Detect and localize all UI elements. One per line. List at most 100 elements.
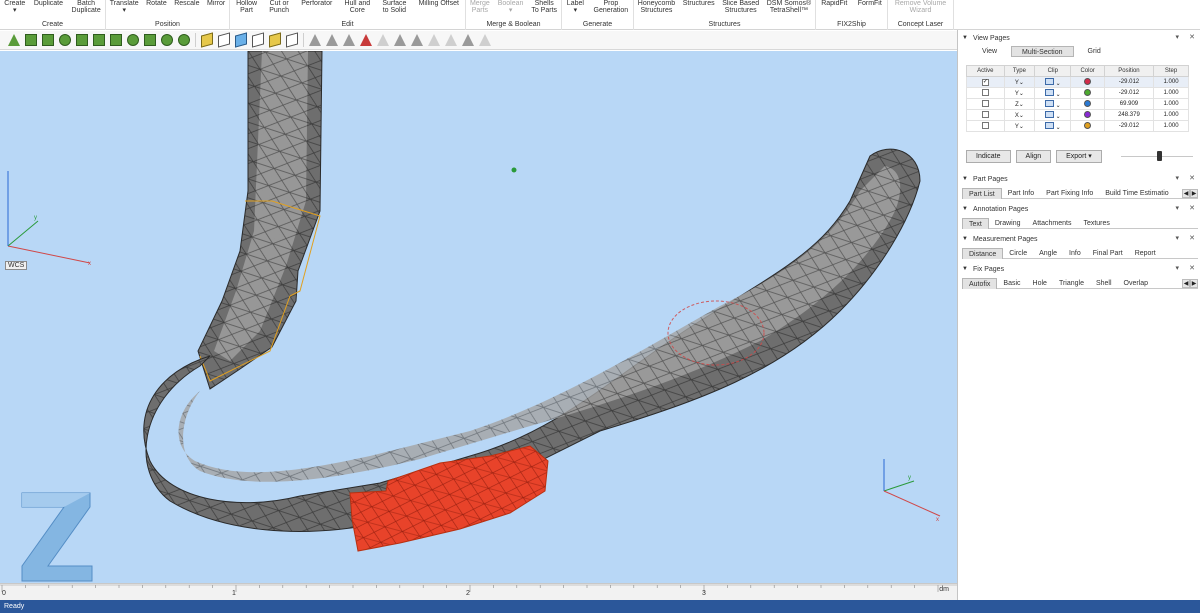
triangle-solid-icon[interactable] (392, 32, 408, 48)
tab-textures[interactable]: Textures (1077, 218, 1115, 229)
tab-attachments[interactable]: Attachments (1027, 218, 1078, 229)
color-cell[interactable] (1070, 109, 1105, 121)
tab-view[interactable]: View (972, 46, 1007, 57)
tab-build-time-estimation[interactable]: Build Time Estimatio (1099, 188, 1174, 199)
step-value[interactable]: 1.000 (1153, 87, 1189, 99)
cube-outline-icon[interactable] (250, 32, 266, 48)
tab-info[interactable]: Info (1063, 248, 1087, 259)
active-checkbox[interactable] (966, 109, 1005, 121)
color-cell[interactable] (1070, 76, 1105, 88)
triangle-shaded-icon[interactable] (409, 32, 425, 48)
collapse-icon[interactable]: ▼ (962, 176, 968, 182)
pin-icon[interactable]: ▾ (1175, 33, 1179, 41)
shell-select-icon[interactable] (57, 32, 73, 48)
hollow-part-button[interactable]: Hollow Part (235, 0, 258, 14)
tab-circle[interactable]: Circle (1003, 248, 1033, 259)
color-swatch-icon[interactable] (1084, 88, 1092, 96)
color-cell[interactable] (1070, 120, 1105, 132)
cube-multi-icon[interactable] (267, 32, 283, 48)
boolean-button[interactable]: Boolean ▾ (497, 0, 525, 14)
checkbox-icon[interactable] (981, 88, 989, 96)
type-select[interactable]: Y⌄ (1003, 76, 1036, 88)
table-row[interactable]: ✓ Y⌄ ⌄ -29.012 1.000 (966, 76, 1189, 88)
lasso-select-icon[interactable] (125, 32, 141, 48)
scroll-left-icon[interactable]: ◀ (1182, 278, 1190, 288)
wave-select-icon[interactable] (91, 32, 107, 48)
checkbox-icon[interactable] (981, 121, 989, 129)
triangle-wire-icon[interactable] (375, 32, 391, 48)
clip-select[interactable]: ⌄ (1034, 109, 1072, 121)
tab-grid[interactable]: Grid (1078, 46, 1111, 57)
tab-scroll[interactable]: ◀ ▶ (1182, 278, 1198, 288)
tab-hole[interactable]: Hole (1027, 278, 1053, 289)
pin-icon[interactable]: ▾ (1175, 204, 1179, 212)
collapse-icon[interactable]: ▼ (962, 206, 968, 212)
table-row[interactable]: Y⌄ ⌄ -29.012 1.000 (966, 87, 1189, 99)
rescale-button[interactable]: Rescale (173, 0, 200, 7)
triangle-small-icon[interactable] (341, 32, 357, 48)
clip-select[interactable]: ⌄ (1034, 76, 1072, 88)
color-cell[interactable] (1070, 87, 1105, 99)
table-row[interactable]: Y⌄ ⌄ -29.012 1.000 (966, 120, 1189, 132)
position-value[interactable]: 248.379 (1103, 109, 1155, 121)
step-value[interactable]: 1.000 (1153, 109, 1189, 121)
tab-distance[interactable]: Distance (962, 247, 1004, 259)
triangle-red-icon[interactable] (358, 32, 374, 48)
color-swatch-icon[interactable] (1084, 121, 1092, 129)
section-slider[interactable] (1121, 151, 1193, 161)
triangle-blue-icon[interactable] (460, 32, 476, 48)
triangle-light-icon[interactable] (443, 32, 459, 48)
tab-autofix[interactable]: Autofix (962, 277, 998, 289)
label-button[interactable]: Label ▾ (566, 0, 585, 14)
invert-select-icon[interactable] (176, 32, 192, 48)
type-select[interactable]: Y⌄ (1003, 120, 1036, 132)
milling-offset-button[interactable]: Milling Offset (418, 0, 460, 7)
cube-small-icon[interactable] (284, 32, 300, 48)
tab-shell[interactable]: Shell (1090, 278, 1118, 289)
hull-and-core-button[interactable]: Hull and Core (343, 0, 371, 14)
tab-basic[interactable]: Basic (997, 278, 1026, 289)
3d-viewport[interactable]: x y y x WCS (0, 51, 957, 583)
tab-final-part[interactable]: Final Part (1087, 248, 1129, 259)
cube-blue-icon[interactable] (233, 32, 249, 48)
prop-generation-button[interactable]: Prop Generation (593, 0, 630, 14)
scroll-left-icon[interactable]: ◀ (1182, 188, 1190, 198)
tab-overlap[interactable]: Overlap (1118, 278, 1155, 289)
tab-report[interactable]: Report (1129, 248, 1162, 259)
grow-select-icon[interactable] (142, 32, 158, 48)
active-checkbox[interactable]: ✓ (966, 76, 1005, 88)
clip-select[interactable]: ⌄ (1034, 87, 1072, 99)
step-value[interactable]: 1.000 (1153, 76, 1189, 88)
triangle-flat-icon[interactable] (477, 32, 493, 48)
pin-icon[interactable]: ▾ (1175, 174, 1179, 182)
checkbox-icon[interactable] (981, 99, 989, 107)
fix-pages-header[interactable]: ▼ Fix Pages ▾ ✕ (958, 264, 1200, 274)
checkbox-icon[interactable] (981, 110, 989, 118)
collapse-icon[interactable]: ▼ (962, 266, 968, 272)
mirror-button[interactable]: Mirror (206, 0, 226, 7)
tab-drawing[interactable]: Drawing (989, 218, 1027, 229)
tab-multi-section[interactable]: Multi-Section (1011, 46, 1074, 57)
active-checkbox[interactable] (966, 120, 1005, 132)
tab-part-fixing-info[interactable]: Part Fixing Info (1040, 188, 1099, 199)
tab-triangle[interactable]: Triangle (1053, 278, 1090, 289)
step-value[interactable]: 1.000 (1153, 120, 1189, 132)
color-cell[interactable] (1070, 98, 1105, 110)
tab-part-info[interactable]: Part Info (1002, 188, 1040, 199)
pin-icon[interactable]: ▾ (1175, 264, 1179, 272)
perforator-button[interactable]: Perforator (300, 0, 333, 7)
viewport-canvas[interactable]: x y y x (0, 51, 957, 583)
triangle-icon[interactable] (6, 32, 22, 48)
merge-parts-button[interactable]: Merge Parts (469, 0, 491, 14)
align-button[interactable]: Align (1015, 150, 1052, 163)
measurement-pages-header[interactable]: ▼ Measurement Pages ▾ ✕ (958, 234, 1200, 244)
plane-cut-icon[interactable] (23, 32, 39, 48)
close-icon[interactable]: ✕ (1189, 234, 1195, 242)
slice-based-structures-button[interactable]: Slice Based Structures (721, 0, 760, 14)
export-button[interactable]: Export ▾ (1056, 150, 1102, 163)
shrink-select-icon[interactable] (159, 32, 175, 48)
create-button[interactable]: Create ▾ (3, 0, 26, 14)
indicate-button[interactable]: Indicate (966, 150, 1011, 163)
surface-select-icon[interactable] (40, 32, 56, 48)
box-select-icon[interactable] (74, 32, 90, 48)
